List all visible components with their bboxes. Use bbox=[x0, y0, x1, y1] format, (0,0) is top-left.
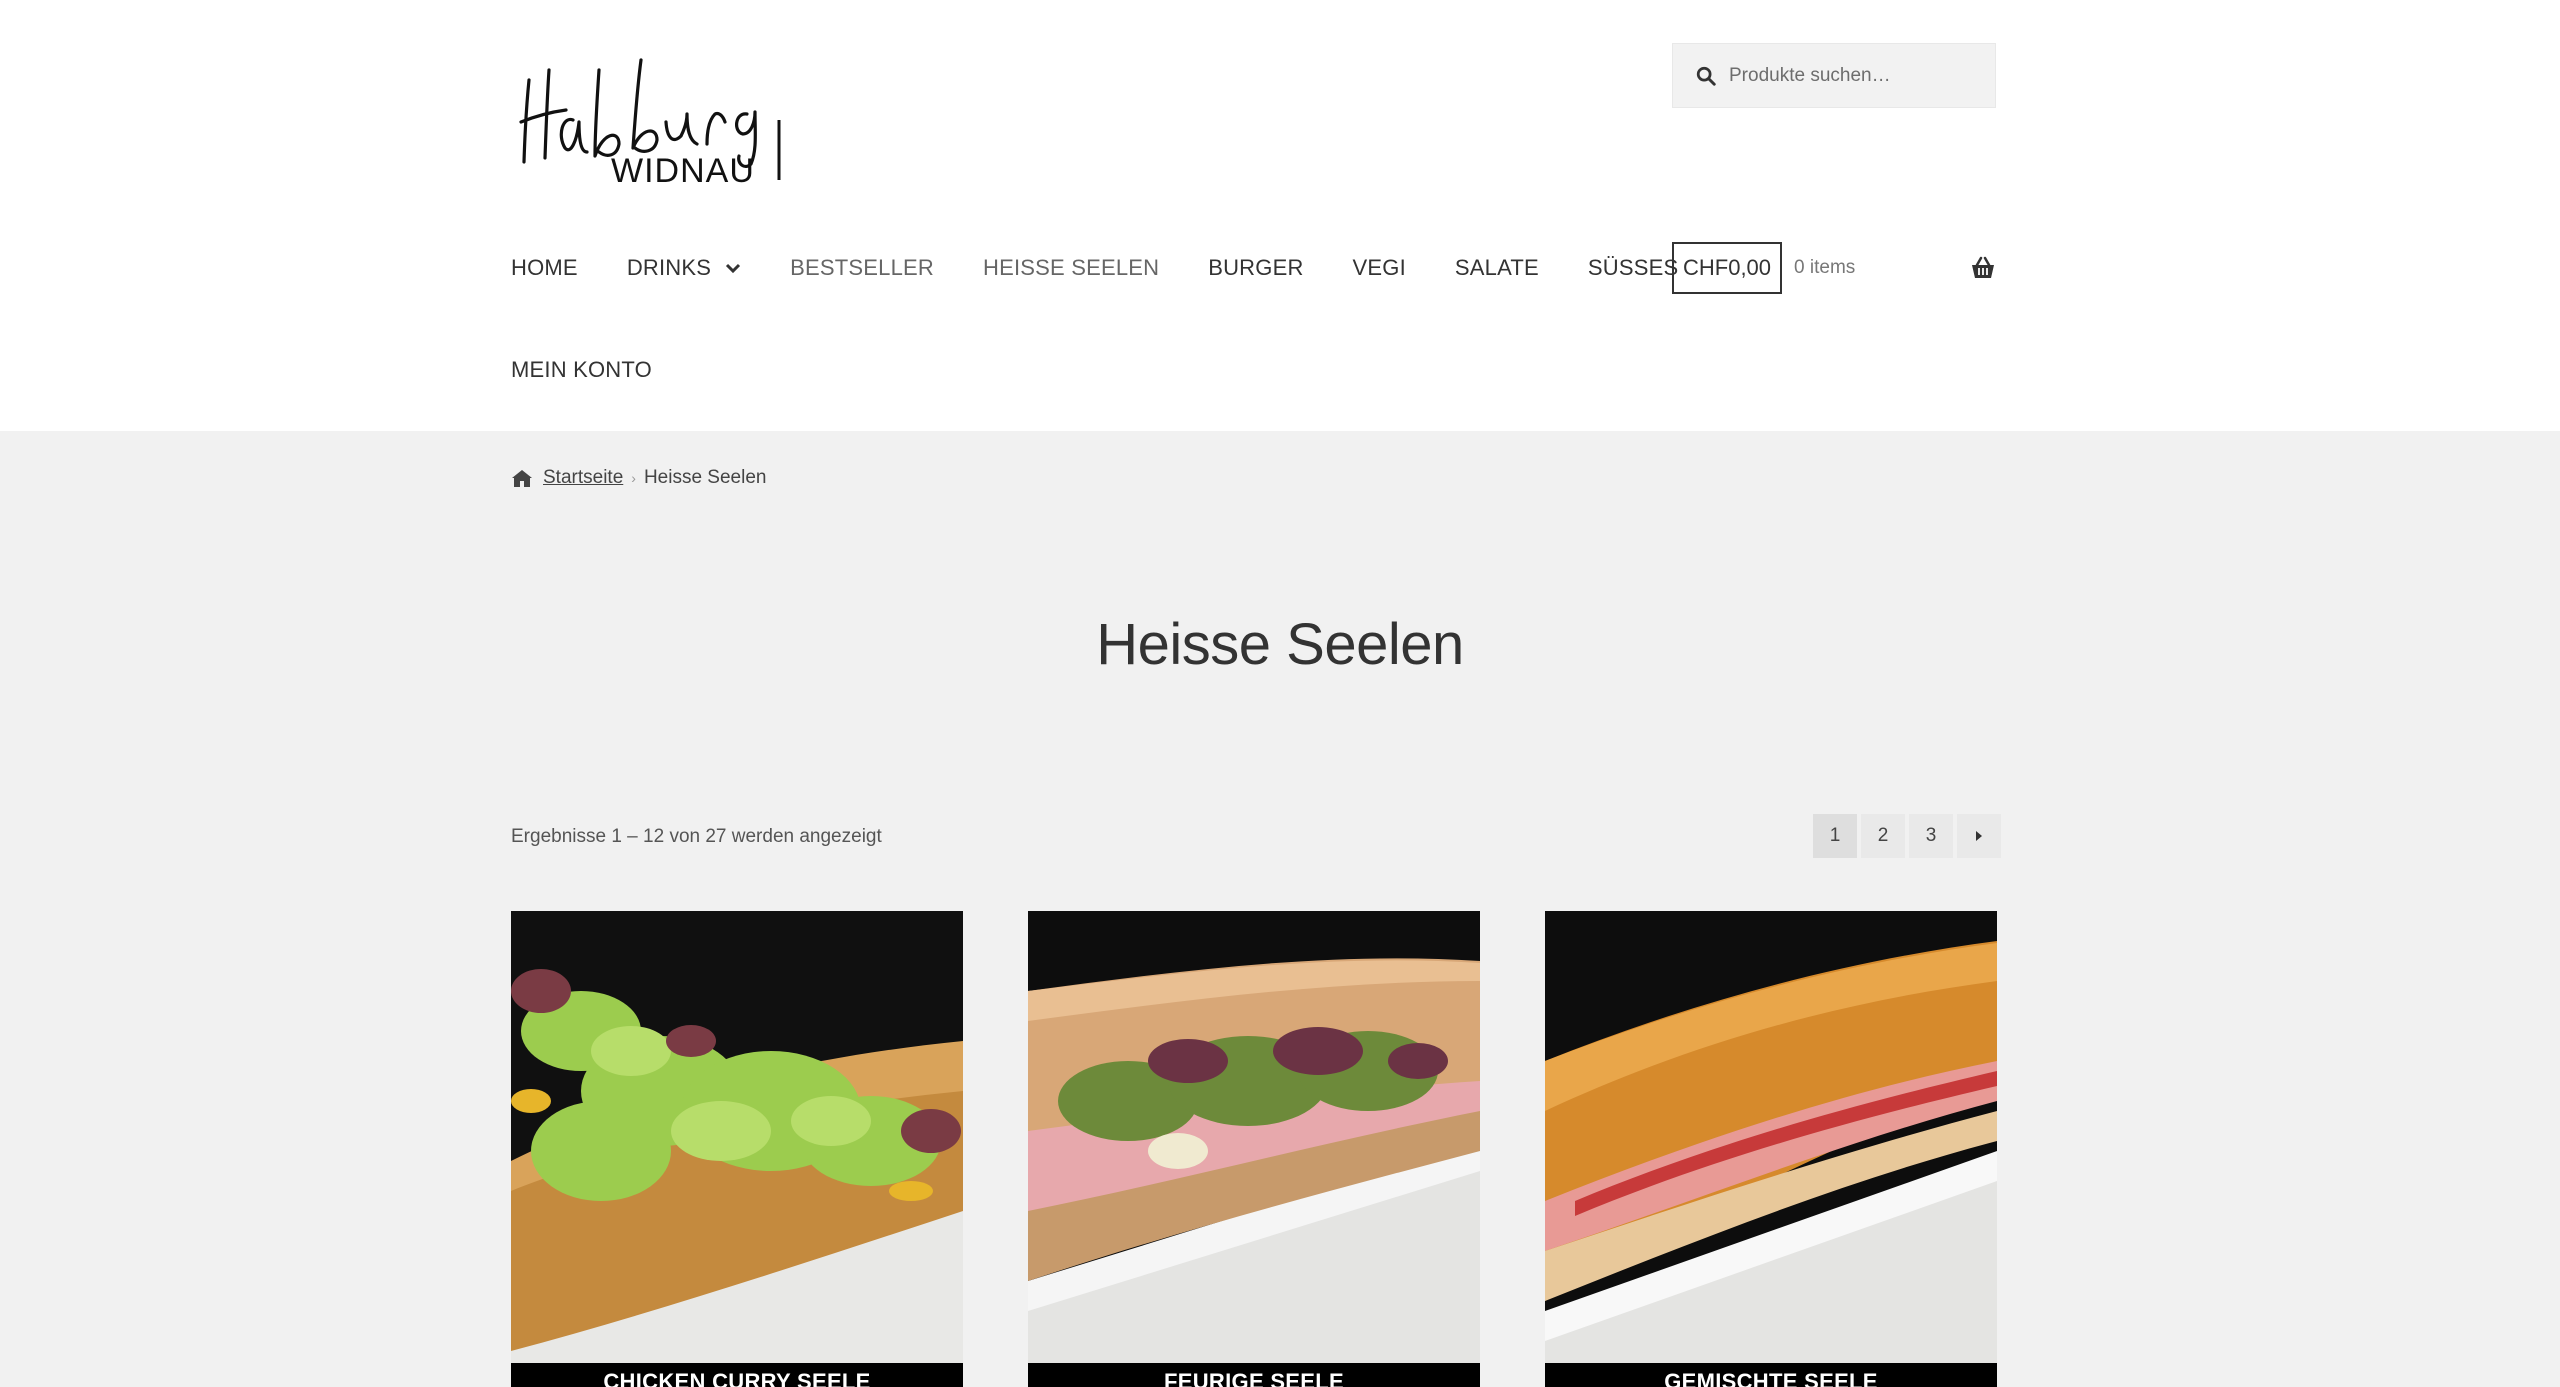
chevron-down-icon[interactable] bbox=[725, 262, 741, 274]
product-title[interactable]: CHICKEN CURRY SEELE bbox=[511, 1363, 963, 1387]
logo-text: WIDNAU bbox=[611, 152, 755, 190]
nav-item-drinks[interactable]: DRINKS bbox=[627, 255, 741, 281]
nav-item-label: BURGER bbox=[1208, 255, 1304, 280]
cart-summary[interactable]: CHF0,00 0 items bbox=[1672, 242, 1996, 294]
cart-item-count[interactable]: 0 items bbox=[1794, 257, 1855, 279]
nav-item-label: BESTSELLER bbox=[790, 255, 934, 280]
nav-item-label: VEGI bbox=[1352, 255, 1406, 280]
product-title[interactable]: GEMISCHTE SEELE bbox=[1545, 1363, 1997, 1387]
logo-image: WIDNAU bbox=[519, 58, 781, 190]
nav-item-suesses[interactable]: SÜSSES bbox=[1588, 255, 1678, 281]
site-header: WIDNAU HOME DRINKS BESTSELLER HEISSE SEE… bbox=[0, 0, 2560, 431]
page-title: Heisse Seelen bbox=[1096, 612, 1464, 677]
cart-total[interactable]: CHF0,00 bbox=[1672, 242, 1783, 294]
product-grid: CHICKEN CURRY SEELE FEURIGE SEELE GEMISC… bbox=[511, 911, 1997, 1387]
nav-item-mein-konto[interactable]: MEIN KONTO bbox=[511, 357, 652, 383]
caret-right-icon bbox=[1976, 831, 1982, 841]
nav-item-heisse-seelen[interactable]: HEISSE SEELEN bbox=[983, 255, 1159, 281]
nav-item-label: DRINKS bbox=[626, 255, 712, 280]
breadcrumb: Startseite › Heisse Seelen bbox=[511, 467, 766, 489]
search-input[interactable] bbox=[1729, 64, 1989, 87]
page-3-button[interactable]: 3 bbox=[1909, 814, 1953, 858]
nav-item-bestseller[interactable]: BESTSELLER bbox=[790, 255, 934, 281]
product-image[interactable] bbox=[1545, 911, 1997, 1363]
nav-item-label: SÜSSES bbox=[1587, 255, 1679, 280]
product-card[interactable]: CHICKEN CURRY SEELE bbox=[511, 911, 963, 1387]
nav-item-label: HOME bbox=[511, 255, 578, 280]
site-logo[interactable]: WIDNAU bbox=[511, 40, 801, 190]
content-area: Startseite › Heisse Seelen Heisse Seelen… bbox=[0, 431, 2560, 1387]
home-icon bbox=[512, 470, 532, 487]
page-1-button[interactable]: 1 bbox=[1813, 814, 1857, 858]
main-navigation: HOME DRINKS BESTSELLER HEISSE SEELEN BUR… bbox=[511, 248, 1727, 288]
nav-item-label: HEISSE SEELEN bbox=[982, 255, 1160, 280]
breadcrumb-separator: › bbox=[631, 470, 636, 486]
product-card[interactable]: GEMISCHTE SEELE bbox=[1545, 911, 1997, 1387]
product-search[interactable] bbox=[1672, 43, 1996, 108]
search-icon[interactable] bbox=[1695, 65, 1717, 87]
result-count: Ergebnisse 1 – 12 von 27 werden angezeig… bbox=[511, 826, 882, 847]
pagination: 1 2 3 bbox=[1813, 814, 2001, 858]
breadcrumb-home-link[interactable]: Startseite bbox=[543, 467, 623, 489]
page-2-button[interactable]: 2 bbox=[1861, 814, 1905, 858]
nav-item-vegi[interactable]: VEGI bbox=[1353, 255, 1406, 281]
next-page-button[interactable] bbox=[1957, 814, 2001, 858]
product-title[interactable]: FEURIGE SEELE bbox=[1028, 1363, 1480, 1387]
product-card[interactable]: FEURIGE SEELE bbox=[1028, 911, 1480, 1387]
nav-item-burger[interactable]: BURGER bbox=[1208, 255, 1303, 281]
product-image[interactable] bbox=[1028, 911, 1480, 1363]
nav-item-label: SALATE bbox=[1454, 255, 1539, 280]
breadcrumb-current: Heisse Seelen bbox=[643, 467, 767, 488]
nav-item-salate[interactable]: SALATE bbox=[1455, 255, 1539, 281]
basket-icon[interactable] bbox=[1970, 256, 1996, 280]
product-image[interactable] bbox=[511, 911, 963, 1363]
nav-item-home[interactable]: HOME bbox=[511, 255, 578, 281]
